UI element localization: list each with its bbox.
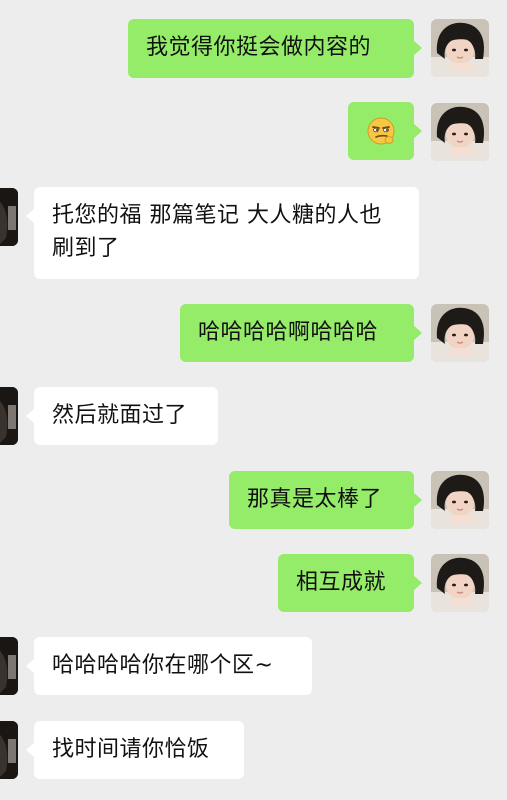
dark-hair-photo-avatar-icon [0,188,18,246]
my-avatar[interactable] [431,19,489,77]
girl-photo-avatar-icon [431,304,489,362]
message-text: 相互成就 [296,570,387,595]
message-bubble-sent[interactable]: 我觉得你挺会做内容的 [128,19,422,78]
message-bubble-received[interactable]: 哈哈哈哈你在哪个区~ [26,637,312,695]
message-text: 托您的福 那篇笔记 大人糖的人也刷到了 [52,203,382,261]
message-bubble-received[interactable]: 托您的福 那篇笔记 大人糖的人也刷到了 [26,187,419,279]
my-avatar[interactable] [431,471,489,529]
dark-hair-photo-avatar-icon [0,637,18,695]
message-bubble-sent[interactable]: 哈哈哈哈啊哈哈哈 [180,304,422,362]
message-text: 然后就面过了 [52,403,188,428]
message-text: 那真是太棒了 [247,487,383,512]
contact-avatar[interactable] [0,721,18,779]
contact-avatar[interactable] [0,188,18,246]
my-avatar[interactable] [431,103,489,161]
message-text: 我觉得你挺会做内容的 [146,35,372,60]
message-bubble-received[interactable]: 然后就面过了 [26,387,218,445]
girl-photo-avatar-icon [431,471,489,529]
smirk-face-emoji-icon [367,117,395,145]
dark-hair-photo-avatar-icon [0,721,18,779]
message-bubble-sent[interactable] [348,102,422,160]
message-text: 找时间请你恰饭 [52,737,210,762]
message-bubble-sent[interactable]: 那真是太棒了 [229,471,422,529]
dark-hair-photo-avatar-icon [0,387,18,445]
girl-photo-avatar-icon [431,19,489,77]
my-avatar[interactable] [431,304,489,362]
chat-window: 我觉得你挺会做内容的 托您的福 那篇笔记 大人糖的人也刷到了 哈哈哈哈啊哈哈哈 … [0,0,507,800]
message-bubble-sent[interactable]: 相互成就 [278,554,422,612]
girl-photo-avatar-icon [431,103,489,161]
girl-photo-avatar-icon [431,554,489,612]
contact-avatar[interactable] [0,637,18,695]
contact-avatar[interactable] [0,387,18,445]
my-avatar[interactable] [431,554,489,612]
message-text: 哈哈哈哈你在哪个区~ [52,653,274,678]
message-text: 哈哈哈哈啊哈哈哈 [198,320,379,345]
message-bubble-received[interactable]: 找时间请你恰饭 [26,721,244,779]
